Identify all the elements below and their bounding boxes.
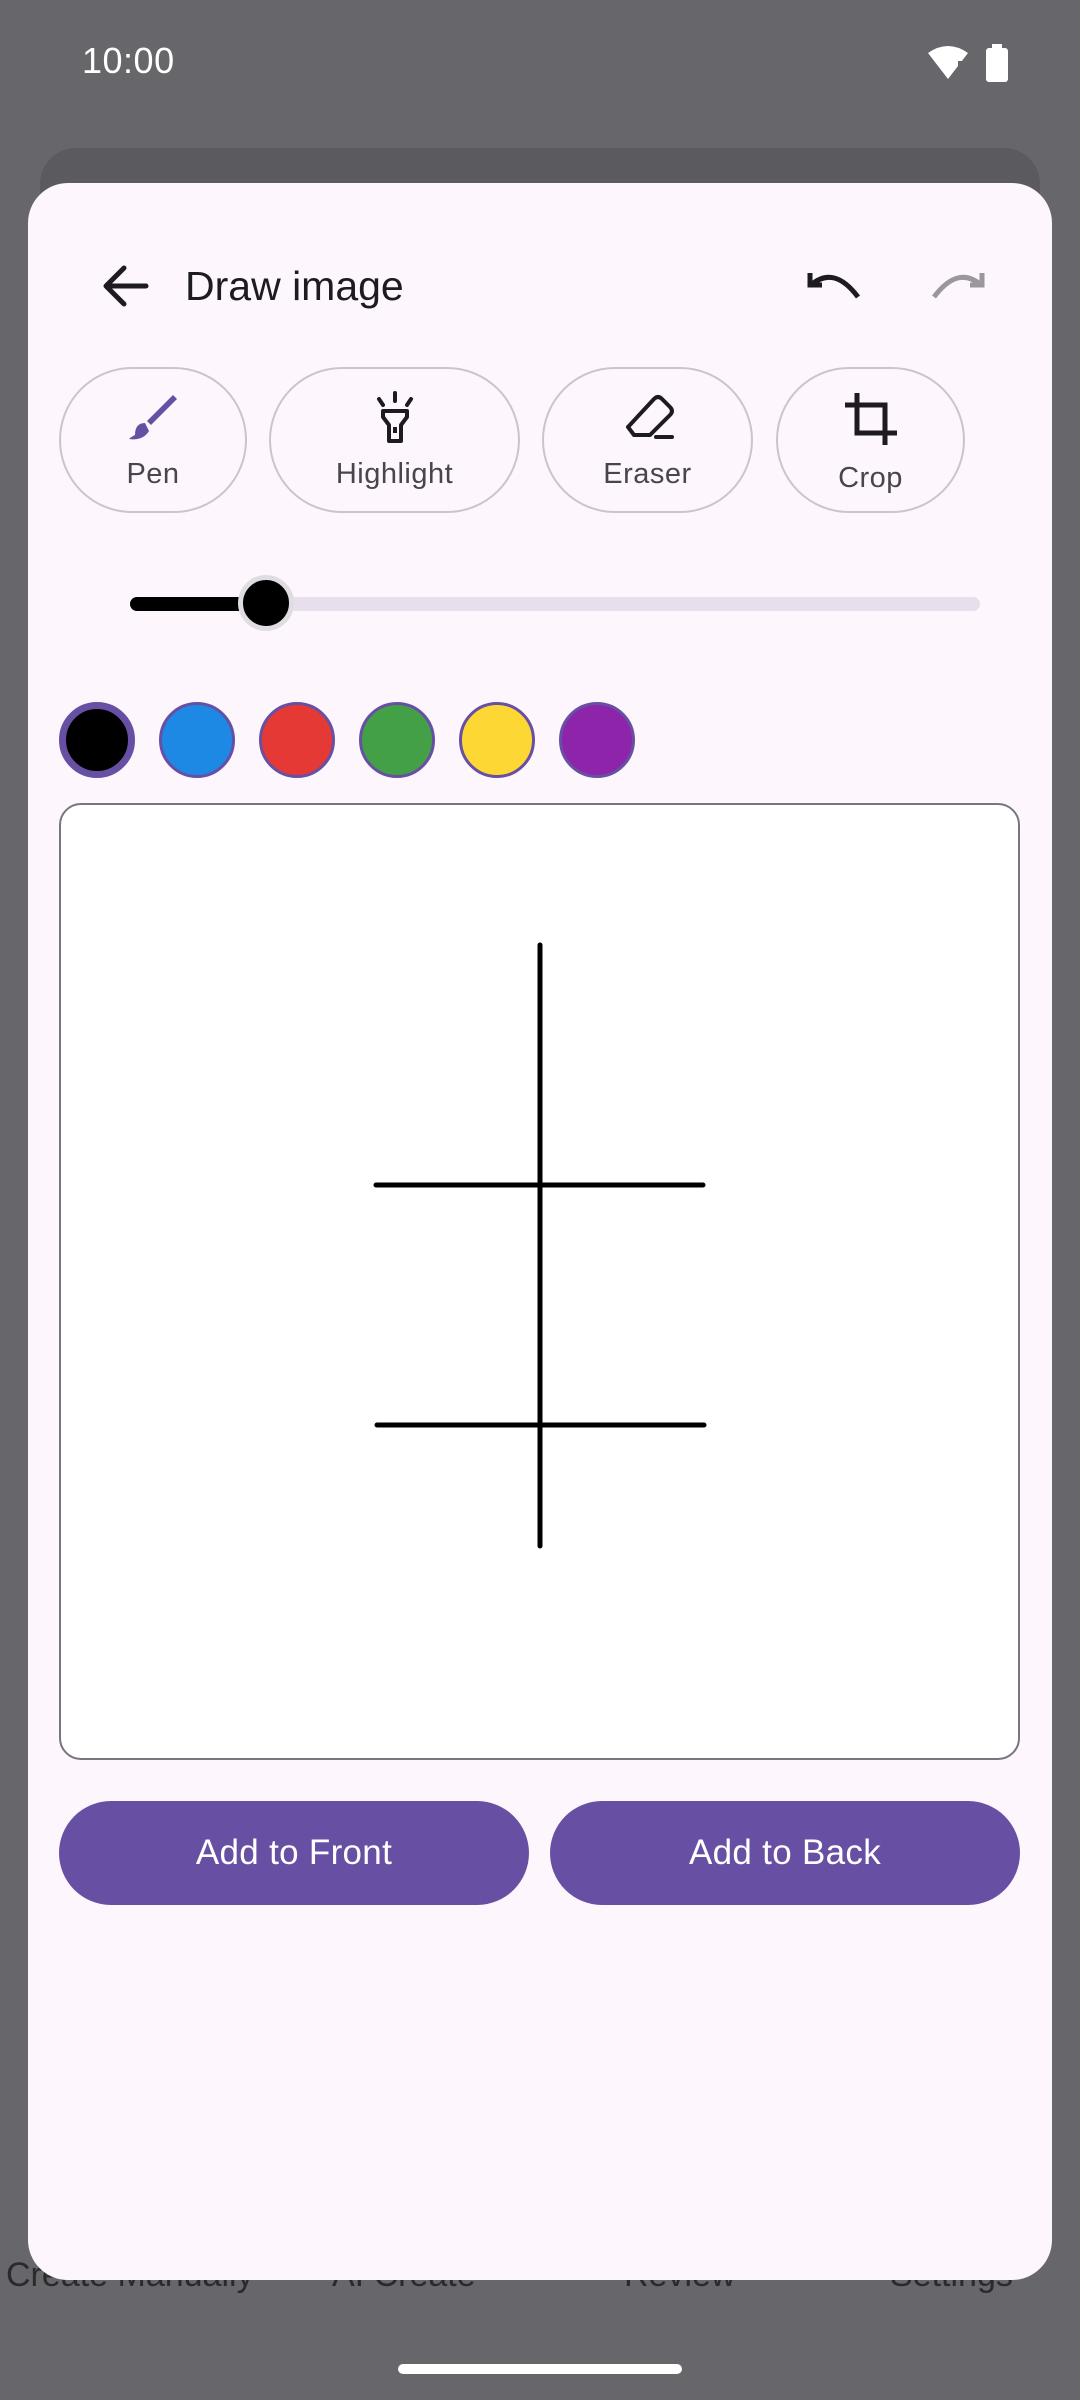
tool-highlight-label: Highlight [335, 458, 454, 490]
tool-pen-label: Pen [126, 458, 180, 490]
undo-icon [804, 269, 862, 308]
add-to-front-button[interactable]: Add to Front [59, 1801, 529, 1905]
tool-eraser-button[interactable]: Eraser [542, 367, 753, 513]
status-bar: 10:00 [0, 0, 1080, 128]
battery-icon [986, 44, 1008, 87]
back-button[interactable] [90, 253, 160, 323]
color-swatch-purple[interactable] [559, 702, 635, 778]
draw-image-dialog: Draw image Pen Highlight Eraser Crop Add… [28, 183, 1052, 2280]
tool-crop-label: Crop [838, 462, 903, 494]
undo-button[interactable] [798, 253, 868, 323]
color-swatch-black[interactable] [59, 702, 135, 778]
color-swatch-green[interactable] [359, 702, 435, 778]
home-indicator [398, 2364, 682, 2374]
tool-highlight-button[interactable]: Highlight [269, 367, 520, 513]
color-swatch-red[interactable] [259, 702, 335, 778]
wifi-icon [928, 45, 968, 86]
dialog-title: Draw image [185, 263, 404, 309]
drawing-strokes [373, 942, 707, 1549]
tool-pen-button[interactable]: Pen [59, 367, 247, 513]
redo-button[interactable] [924, 253, 994, 323]
redo-icon [930, 269, 988, 308]
tool-crop-button[interactable]: Crop [776, 367, 965, 513]
color-swatch-blue[interactable] [159, 702, 235, 778]
eraser-icon [620, 391, 676, 448]
tool-eraser-label: Eraser [603, 458, 692, 490]
slider-thumb[interactable] [238, 575, 294, 631]
status-time: 10:00 [82, 40, 175, 81]
color-swatch-yellow[interactable] [459, 702, 535, 778]
drawing-canvas[interactable] [59, 803, 1020, 1760]
status-icons [928, 44, 1008, 87]
stroke-size-slider[interactable] [102, 573, 1008, 633]
crop-icon [843, 391, 899, 452]
highlighter-icon [369, 391, 421, 448]
brush-icon [127, 391, 179, 448]
arrow-back-icon [100, 264, 150, 313]
add-to-back-button[interactable]: Add to Back [550, 1801, 1020, 1905]
